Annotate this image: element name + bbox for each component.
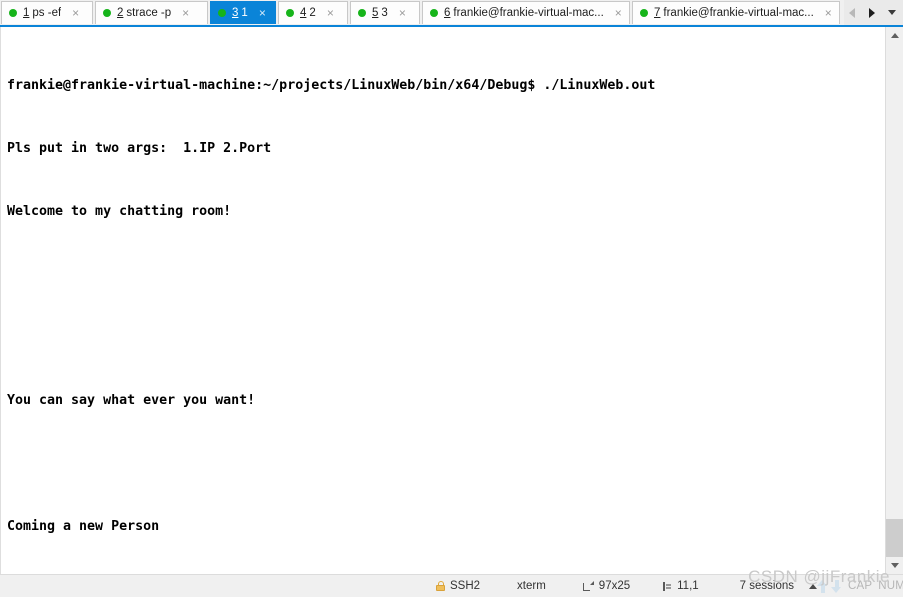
tab-number: 4 — [300, 7, 307, 19]
caret-up-icon[interactable] — [809, 583, 818, 589]
lock-icon — [436, 581, 445, 591]
status-cursor-position[interactable]: 11,1 — [662, 580, 699, 592]
tab-number: 7 — [654, 7, 661, 19]
resize-icon — [582, 580, 594, 592]
session-status-dot — [286, 9, 294, 17]
tab-5[interactable]: 5 3 × — [350, 1, 420, 24]
close-icon[interactable]: × — [325, 7, 336, 19]
tab-number: 1 — [23, 7, 30, 19]
terminal-area: frankie@frankie-virtual-machine:~/projec… — [0, 27, 903, 574]
close-icon[interactable]: × — [397, 7, 408, 19]
previous-tab-button[interactable] — [846, 7, 857, 19]
close-icon[interactable]: × — [257, 7, 268, 19]
tab-number: 5 — [372, 7, 379, 19]
arrow-down-icon — [831, 579, 842, 593]
tab-label: 3 — [381, 7, 388, 19]
arrow-left-icon — [848, 7, 855, 18]
status-sessions[interactable]: 7 sessions — [739, 580, 818, 592]
tab-4[interactable]: 4 2 × — [278, 1, 348, 24]
status-bar: SSH2 xterm 97x25 11,1 7 sessions CAP NUM — [0, 574, 903, 597]
session-status-dot — [103, 9, 111, 17]
scrollbar-thumb[interactable] — [886, 519, 903, 557]
session-status-dot — [640, 9, 648, 17]
tab-label: 2 — [309, 7, 316, 19]
session-status-dot — [9, 9, 17, 17]
status-emulation[interactable]: xterm — [517, 580, 546, 592]
session-status-dot — [430, 9, 438, 17]
tab-label: 1 — [241, 7, 248, 19]
close-icon[interactable]: × — [180, 7, 191, 19]
terminal-line: You can say what ever you want! — [7, 393, 256, 408]
close-icon[interactable]: × — [613, 7, 624, 19]
tab-number: 3 — [232, 7, 239, 19]
terminal-scrollbar[interactable] — [885, 27, 903, 574]
tab-label: frankie@frankie-virtual-mac... — [663, 7, 814, 19]
arrow-right-icon — [868, 7, 875, 18]
arrow-up-icon — [817, 579, 828, 593]
tab-3-active[interactable]: 3 1 × — [210, 1, 276, 24]
status-dimensions[interactable]: 97x25 — [582, 580, 631, 592]
status-dimensions-label: 97x25 — [598, 580, 631, 592]
scrollbar-track[interactable] — [886, 44, 903, 557]
close-icon[interactable]: × — [823, 7, 834, 19]
tab-number: 6 — [444, 7, 451, 19]
up-down-arrows-icon — [817, 579, 842, 593]
chevron-up-icon — [890, 33, 899, 38]
tab-1[interactable]: 1 ps -ef × — [1, 1, 93, 24]
terminal-line: frankie@frankie-virtual-machine:~/projec… — [7, 78, 656, 93]
next-tab-button[interactable] — [866, 7, 877, 19]
terminal-line: Coming a new Person — [7, 519, 160, 534]
chevron-down-icon — [890, 563, 899, 568]
tab-strip: 1 ps -ef × 2 strace -p × 3 1 × 4 2 × 5 3… — [0, 0, 844, 25]
caps-lock-indicator: CAP — [848, 580, 873, 592]
session-status-dot — [358, 9, 366, 17]
tab-label: strace -p — [126, 7, 172, 19]
terminal-line: Welcome to my chatting room! — [7, 204, 232, 219]
tab-6[interactable]: 6 frankie@frankie-virtual-mac... × — [422, 1, 630, 24]
scroll-up-button[interactable] — [886, 27, 903, 44]
terminal-line: Pls put in two args: 1.IP 2.Port — [7, 141, 272, 156]
status-sessions-label: 7 sessions — [739, 580, 795, 592]
scroll-down-button[interactable] — [886, 557, 903, 574]
tab-7[interactable]: 7 frankie@frankie-virtual-mac... × — [632, 1, 840, 24]
chevron-down-icon — [887, 10, 896, 15]
tab-bar: 1 ps -ef × 2 strace -p × 3 1 × 4 2 × 5 3… — [0, 0, 903, 27]
tab-list-button[interactable] — [886, 7, 897, 19]
caret-position-icon — [662, 581, 672, 591]
status-protocol[interactable]: SSH2 — [436, 580, 480, 592]
close-icon[interactable]: × — [70, 7, 81, 19]
status-protocol-label: SSH2 — [450, 580, 481, 592]
tab-number: 2 — [117, 7, 124, 19]
status-indicators: CAP NUM — [817, 579, 903, 593]
terminal-application-window: 1 ps -ef × 2 strace -p × 3 1 × 4 2 × 5 3… — [0, 0, 903, 597]
tab-label: frankie@frankie-virtual-mac... — [453, 7, 604, 19]
tab-navigation — [844, 0, 903, 25]
status-cursor-position-label: 11,1 — [677, 580, 699, 592]
status-emulation-label: xterm — [517, 580, 546, 592]
tab-label: ps -ef — [32, 7, 62, 19]
tab-2[interactable]: 2 strace -p × — [95, 1, 208, 24]
num-lock-indicator: NUM — [878, 580, 903, 592]
session-status-dot — [218, 9, 226, 17]
terminal-output[interactable]: frankie@frankie-virtual-machine:~/projec… — [0, 27, 885, 574]
